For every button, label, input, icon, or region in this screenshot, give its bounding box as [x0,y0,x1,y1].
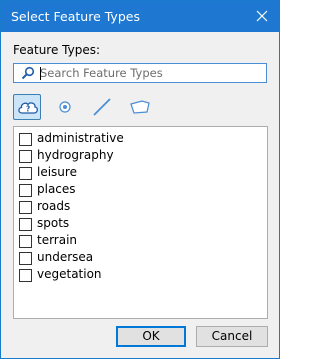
filter-line-button[interactable] [88,94,116,120]
polygon-icon [130,100,150,114]
search-icon [21,66,35,80]
list-item-label: terrain [37,233,78,247]
text-caret [40,67,41,80]
search-box[interactable] [13,63,267,83]
checkbox[interactable] [19,150,32,163]
point-icon [59,101,71,113]
list-item-spots[interactable]: spots [19,216,259,232]
list-item-places[interactable]: places [19,182,259,198]
list-item-vegetation[interactable]: vegetation [19,267,259,283]
search-input[interactable] [40,65,264,81]
list-item-roads[interactable]: roads [19,199,259,215]
list-item-label: vegetation [37,267,102,281]
list-item-administrative[interactable]: administrative [19,131,259,147]
close-icon [256,10,268,22]
list-item-label: hydrography [37,148,114,162]
checkbox[interactable] [19,133,32,146]
list-item-hydrography[interactable]: hydrography [19,148,259,164]
checkbox[interactable] [19,252,32,265]
list-item-label: roads [37,199,71,213]
list-item-leisure[interactable]: leisure [19,165,259,181]
checkbox[interactable] [19,218,32,231]
filter-all-types-button[interactable]: ? [13,94,41,120]
ok-button[interactable]: OK [116,326,186,347]
checkbox[interactable] [19,269,32,282]
list-item-label: spots [37,216,70,230]
list-item-undersea[interactable]: undersea [19,250,259,266]
feature-types-label: Feature Types: [13,43,101,57]
filter-point-button[interactable] [51,94,79,120]
checkbox[interactable] [19,235,32,248]
cancel-button[interactable]: Cancel [196,326,268,347]
svg-text:?: ? [26,105,30,114]
list-item-terrain[interactable]: terrain [19,233,259,249]
list-item-label: administrative [37,131,124,145]
filter-polygon-button[interactable] [126,94,154,120]
checkbox[interactable] [19,201,32,214]
dialog-title: Select Feature Types [11,9,140,24]
line-icon [93,98,111,116]
checkbox[interactable] [19,184,32,197]
checkbox[interactable] [19,167,32,180]
feature-types-list[interactable]: administrative hydrography leisure place… [13,126,268,319]
title-bar: Select Feature Types [1,1,279,32]
close-button[interactable] [251,5,273,27]
list-item-label: places [37,182,76,196]
list-item-label: undersea [37,250,94,264]
list-item-label: leisure [37,165,77,179]
question-cloud-icon: ? [18,102,38,114]
select-feature-types-dialog: Select Feature Types Feature Types: ? [0,0,280,359]
